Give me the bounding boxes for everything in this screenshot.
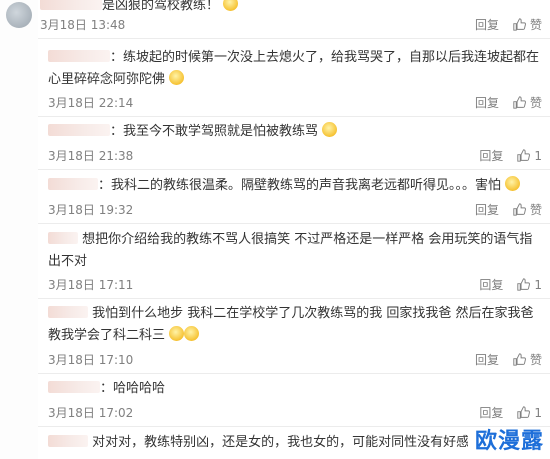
divider: [38, 373, 550, 374]
like-count: 1: [534, 405, 542, 420]
thumb-up-icon: [513, 203, 526, 216]
comment-body: 哈哈哈哈: [113, 381, 166, 396]
reply-label: 回复: [474, 96, 499, 110]
reply-label: 回复: [474, 203, 499, 217]
comment-text: 是凶狠的驾校教练！: [40, 0, 239, 17]
reply-button[interactable]: 回复: [475, 201, 499, 218]
reply-button[interactable]: 回复: [479, 147, 503, 164]
comment-actions: 回复 赞: [475, 16, 542, 33]
like-button[interactable]: 赞: [513, 201, 542, 218]
comment-date: 3月18日 17:10: [48, 353, 134, 367]
like-button[interactable]: 1: [517, 278, 542, 292]
comment-actions: 回复 赞: [475, 351, 542, 368]
like-count: 赞: [529, 96, 542, 110]
comment-actions: 回复 赞: [475, 201, 542, 218]
divider: [38, 38, 550, 39]
reply-label: 回复: [479, 278, 504, 292]
comment-text: ：我至今不敢学驾照就是怕被教练骂: [48, 121, 338, 143]
comment-actions: 回复 1: [479, 147, 542, 164]
smile-emoji-icon: [223, 0, 239, 11]
comment-text: 对对对，教练特别凶，还是女的，我也女的，可能对同性没有好感吧: [48, 432, 468, 454]
comment-text: 我怕到什么地步 我科二在学校学了几次教练骂的我 回家找我爸 然后在家我爸教我学会…: [48, 303, 542, 347]
divider: [38, 116, 550, 117]
reply-button[interactable]: 回复: [475, 94, 499, 111]
comment-body: 是凶狠的驾校教练！: [102, 0, 220, 13]
divider: [38, 426, 550, 427]
user-name[interactable]: [48, 232, 78, 244]
emoji-icon: [322, 122, 338, 137]
reply-button[interactable]: 回复: [475, 16, 499, 33]
like-button[interactable]: 赞: [513, 16, 542, 33]
reply-button[interactable]: 回复: [479, 404, 503, 421]
user-name[interactable]: [48, 435, 88, 447]
comment-feed: 是凶狠的驾校教练！ 3月18日 13:48 回复 赞 ：练坡起的时候第一次没上去…: [0, 0, 550, 459]
user-name[interactable]: [48, 50, 110, 62]
smile-emoji-icon: [184, 326, 200, 341]
avatar[interactable]: [6, 2, 32, 28]
comment-date: 3月18日 17:02: [48, 406, 134, 420]
comment-body: 想把你介绍给我的教练不骂人很搞笑 不过严格还是一样严格 会用玩笑的语气指出不对: [48, 232, 533, 269]
reply-button[interactable]: 回复: [475, 351, 499, 368]
reply-label: 回复: [479, 406, 504, 420]
divider: [38, 223, 550, 224]
comment-actions: 回复 1: [479, 404, 542, 421]
thumb-up-icon: [517, 149, 531, 162]
reply-label: 回复: [474, 353, 499, 367]
thumb-up-icon: [513, 96, 526, 109]
smile-emoji-icon: [169, 326, 185, 341]
comment-body: 我至今不敢学驾照就是怕被教练骂: [123, 124, 319, 139]
thumb-up-icon: [517, 406, 531, 419]
thumb-up-icon: [513, 18, 526, 31]
comment-body: 练坡起的时候第一次没上去熄火了，给我骂哭了，自那以后我连坡起都在心里碎碎念阿弥陀…: [48, 50, 540, 87]
comment-date: 3月18日 19:32: [48, 203, 134, 217]
comment-text: ：我科二的教练很温柔。隔壁教练骂的声音我离老远都听得见。。。害怕: [48, 175, 521, 197]
divider: [38, 169, 550, 170]
like-button[interactable]: 赞: [513, 351, 542, 368]
thumb-up-icon: [513, 353, 526, 366]
comment-date: 3月18日 13:48: [40, 18, 126, 32]
comment-date: 3月18日 17:11: [48, 278, 134, 292]
like-button[interactable]: 1: [517, 406, 542, 420]
reply-label: 回复: [474, 18, 499, 32]
watermark-logo: 欧漫露: [474, 429, 544, 454]
like-count: 1: [534, 277, 542, 292]
reply-button[interactable]: 回复: [479, 276, 503, 293]
user-name[interactable]: [48, 306, 88, 318]
thumb-up-icon: [517, 278, 531, 291]
avatar-column: [0, 0, 38, 459]
comment-text: ：哈哈哈哈: [48, 378, 165, 400]
user-name[interactable]: [48, 178, 98, 190]
user-name[interactable]: [40, 0, 102, 10]
comment-body: 对对对，教练特别凶，还是女的，我也女的，可能对同性没有好感吧: [92, 435, 468, 450]
divider: [38, 298, 550, 299]
shy-emoji-icon: [505, 176, 521, 191]
comment-text: ：练坡起的时候第一次没上去熄火了，给我骂哭了，自那以后我连坡起都在心里碎碎念阿弥…: [48, 50, 540, 87]
laugh-emoji-icon: [169, 70, 185, 85]
reply-label: 回复: [479, 149, 504, 163]
comment-text: 想把你介绍给我的教练不骂人很搞笑 不过严格还是一样严格 会用玩笑的语气指出不对: [48, 229, 542, 273]
comment-body: 我怕到什么地步 我科二在学校学了几次教练骂的我 回家找我爸 然后在家我爸教我学会…: [48, 306, 534, 343]
comment-actions: 回复 赞: [475, 94, 542, 111]
like-count: 赞: [529, 353, 542, 367]
like-count: 赞: [529, 18, 542, 32]
like-button[interactable]: 赞: [513, 94, 542, 111]
like-button[interactable]: 1: [517, 149, 542, 163]
like-count: 1: [534, 148, 542, 163]
user-name[interactable]: [48, 381, 100, 393]
user-name[interactable]: [48, 124, 110, 136]
like-count: 赞: [529, 203, 542, 217]
comment-date: 3月18日 22:14: [48, 96, 134, 110]
comment-body: 我科二的教练很温柔。隔壁教练骂的声音我离老远都听得见。。。害怕: [111, 178, 502, 193]
comment-date: 3月18日 21:38: [48, 149, 134, 163]
comment-actions: 回复 1: [479, 276, 542, 293]
